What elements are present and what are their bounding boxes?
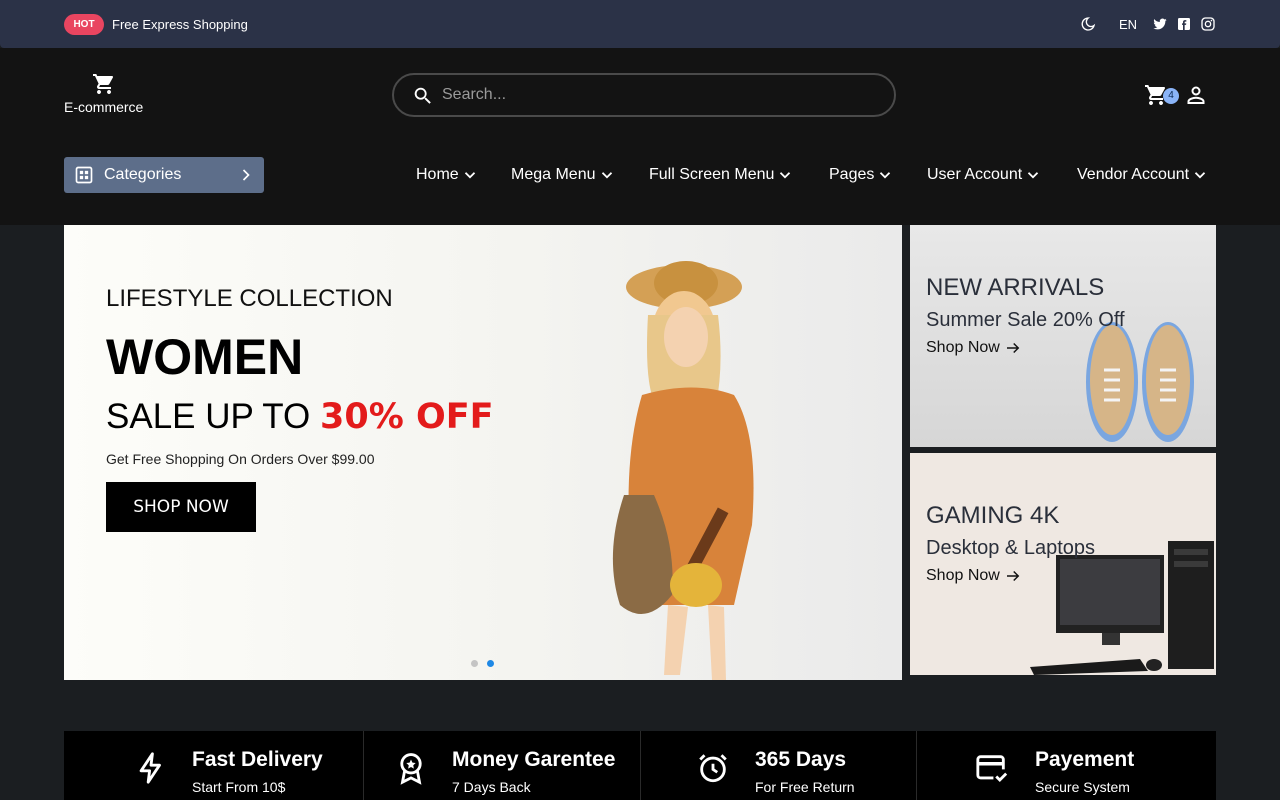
award-icon (400, 753, 422, 785)
search-bar[interactable] (392, 73, 896, 117)
hero-sale-text: SALE UP TO 30% OFF (106, 397, 494, 437)
banner-title: NEW ARRIVALS (926, 274, 1105, 301)
nav-full-screen-menu-label: Full Screen Menu (649, 166, 775, 183)
promo-text: Free Express Shopping (112, 17, 248, 32)
shop-now-link[interactable]: Shop Now (926, 339, 1022, 357)
hero-description: Get Free Shopping On Orders Over $99.00 (106, 451, 375, 467)
search-icon (414, 87, 431, 104)
chevron-down-icon (1194, 172, 1206, 179)
feature-subtitle: Start From 10$ (192, 779, 286, 795)
banner-subtitle: Desktop & Laptops (926, 537, 1095, 559)
slide-dot-2[interactable] (487, 660, 494, 667)
feature-payment: Payement Secure System (917, 731, 1216, 800)
banner-subtitle: Summer Sale 20% Off (926, 309, 1125, 331)
shop-now-label: Shop Now (926, 567, 1000, 584)
nav-pages-label: Pages (829, 166, 875, 183)
hero-model-image (612, 261, 754, 680)
categories-button[interactable]: Categories (64, 157, 264, 193)
main-header: E-commerce 4 Categories Home Mega Menu F… (0, 48, 1280, 225)
feature-subtitle: Secure System (1035, 779, 1130, 795)
chevron-down-icon (1028, 172, 1039, 179)
nav-full-screen-menu[interactable]: Full Screen Menu (649, 164, 794, 186)
grid-icon (75, 166, 93, 184)
nav-mega-menu-label: Mega Menu (511, 166, 596, 183)
shop-now-link[interactable]: Shop Now (926, 567, 1022, 585)
twitter-icon[interactable] (1152, 16, 1168, 32)
moon-icon[interactable] (1080, 16, 1096, 32)
feature-title: 365 Days (755, 748, 847, 771)
gaming-banner[interactable]: GAMING 4K Desktop & Laptops Shop Now (910, 453, 1216, 675)
feature-fast-delivery: Fast Delivery Start From 10$ (64, 731, 364, 800)
nav-user-account-label: User Account (927, 166, 1023, 183)
instagram-icon[interactable] (1200, 16, 1216, 32)
cart-logo-icon[interactable] (92, 72, 116, 96)
credit-card-icon (976, 755, 1008, 783)
facebook-icon[interactable] (1176, 16, 1192, 32)
sneakers-image (1086, 322, 1194, 442)
chevron-down-icon (880, 172, 891, 179)
banner-title: GAMING 4K (926, 502, 1060, 529)
arrow-right-icon (1006, 342, 1020, 354)
new-arrivals-banner[interactable]: NEW ARRIVALS Summer Sale 20% Off Shop No… (910, 225, 1216, 447)
cart-count-badge: 4 (1163, 88, 1179, 104)
nav-home[interactable]: Home (416, 164, 479, 186)
nav-user-account[interactable]: User Account (927, 164, 1042, 186)
nav-mega-menu[interactable]: Mega Menu (511, 164, 616, 186)
hero-subtitle: LIFESTYLE COLLECTION (106, 285, 393, 312)
chevron-down-icon (780, 172, 791, 179)
alarm-clock-icon (699, 754, 727, 783)
features-bar: Fast Delivery Start From 10$ Money Garen… (64, 731, 1216, 800)
hero-slider: LIFESTYLE COLLECTION WOMEN SALE UP TO 30… (64, 225, 902, 680)
feature-365-days: 365 Days For Free Return (641, 731, 917, 800)
nav-pages[interactable]: Pages (829, 164, 894, 186)
arrow-right-icon (1006, 570, 1020, 582)
logo-text[interactable]: E-commerce (64, 99, 143, 115)
chevron-right-icon (242, 169, 250, 181)
shop-now-label: Shop Now (926, 339, 1000, 356)
hero-sale-highlight: 30% OFF (320, 397, 494, 437)
user-icon[interactable] (1184, 83, 1208, 107)
chevron-down-icon (464, 172, 475, 179)
hero-title: WOMEN (106, 329, 304, 385)
hot-badge: HOT (64, 14, 104, 35)
nav-home-label: Home (416, 166, 459, 183)
feature-money-guarantee: Money Garentee 7 Days Back (364, 731, 641, 800)
feature-title: Money Garentee (452, 748, 616, 771)
feature-title: Payement (1035, 748, 1135, 771)
search-input[interactable] (442, 83, 862, 107)
feature-subtitle: For Free Return (755, 779, 855, 795)
language-selector[interactable]: EN (1119, 17, 1137, 32)
shop-now-button[interactable]: SHOP NOW (106, 482, 256, 532)
feature-subtitle: 7 Days Back (452, 779, 531, 795)
categories-label: Categories (104, 166, 182, 183)
slide-dot-1[interactable] (471, 660, 478, 667)
lightning-icon (139, 752, 161, 784)
nav-vendor-account[interactable]: Vendor Account (1077, 164, 1209, 186)
nav-vendor-account-label: Vendor Account (1077, 166, 1190, 183)
feature-title: Fast Delivery (192, 748, 323, 771)
top-bar: HOT Free Express Shopping EN (0, 0, 1280, 48)
chevron-down-icon (601, 172, 612, 179)
hero-sale-prefix: SALE UP TO (106, 397, 320, 436)
